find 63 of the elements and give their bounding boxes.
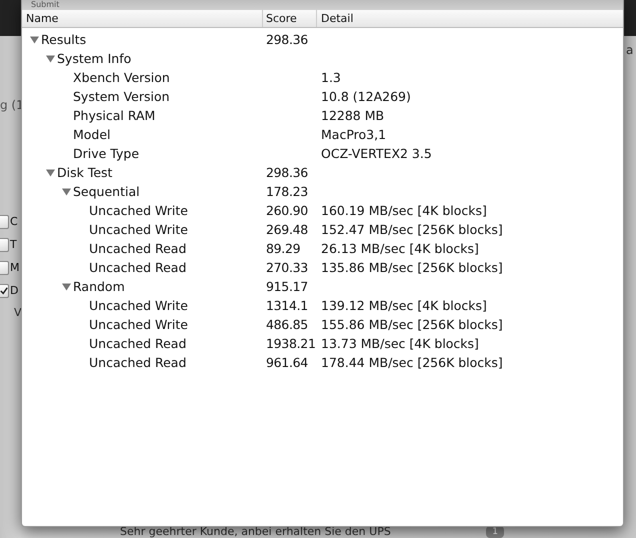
tree-item-label[interactable]: Uncached Write bbox=[89, 317, 188, 332]
score-cell: 298.36 bbox=[266, 32, 308, 47]
column-header[interactable]: Score bbox=[263, 10, 317, 27]
tree-item-label[interactable]: Results bbox=[41, 32, 86, 47]
tree-item-label[interactable]: Disk Test bbox=[57, 165, 112, 180]
message-preview: Sehr geehrter Kunde, anbei erhalten Sie den UPS bbox=[120, 525, 391, 538]
detail-cell: 26.13 MB/sec [4K blocks] bbox=[321, 241, 479, 256]
score-cell: 270.33 bbox=[266, 260, 308, 275]
window-title: Submit bbox=[22, 0, 623, 10]
detail-cell: 178.44 MB/sec [256K blocks] bbox=[321, 355, 503, 370]
detail-cell: 13.73 MB/sec [4K blocks] bbox=[321, 336, 479, 351]
tree-item-label[interactable]: Xbench Version bbox=[73, 70, 170, 85]
score-cell: 260.90 bbox=[266, 203, 308, 218]
checkbox[interactable] bbox=[0, 284, 9, 298]
background-text: V bbox=[13, 306, 22, 319]
disclosure-triangle-icon[interactable] bbox=[46, 168, 55, 177]
tree-item-label[interactable]: Uncached Read bbox=[89, 241, 186, 256]
checkbox-label: D bbox=[10, 284, 18, 297]
detail-cell: 155.86 MB/sec [256K blocks] bbox=[321, 317, 503, 332]
score-cell: 89.29 bbox=[266, 241, 300, 256]
detail-cell: 12288 MB bbox=[321, 108, 384, 123]
column-header[interactable]: Name bbox=[22, 10, 263, 27]
checkbox[interactable] bbox=[0, 238, 9, 252]
disclosure-triangle-icon[interactable] bbox=[46, 54, 55, 63]
detail-cell: 1.3 bbox=[321, 70, 341, 85]
score-cell: 269.48 bbox=[266, 222, 308, 237]
background-text: a bbox=[626, 43, 634, 57]
score-cell: 961.64 bbox=[266, 355, 308, 370]
tree-item-label[interactable]: Uncached Write bbox=[89, 298, 188, 313]
disclosure-triangle-icon[interactable] bbox=[62, 282, 71, 291]
checkbox[interactable] bbox=[0, 260, 9, 274]
tree-item-label[interactable]: Sequential bbox=[73, 184, 140, 199]
detail-cell: 10.8 (12A269) bbox=[321, 89, 411, 104]
checkbox-label: T bbox=[10, 238, 17, 251]
tree-item-label[interactable]: Uncached Write bbox=[89, 222, 188, 237]
checkbox-label: M bbox=[10, 261, 20, 274]
tree-item-label[interactable]: Uncached Read bbox=[89, 260, 186, 275]
score-cell: 915.17 bbox=[266, 279, 308, 294]
tree-item-label[interactable]: Model bbox=[73, 127, 111, 142]
detail-cell: 135.86 MB/sec [256K blocks] bbox=[321, 260, 503, 275]
detail-cell: 139.12 MB/sec [4K blocks] bbox=[321, 298, 487, 313]
checkbox[interactable] bbox=[0, 214, 9, 228]
score-cell: 1938.21 bbox=[266, 336, 316, 351]
tree-item-label[interactable]: Uncached Write bbox=[89, 203, 188, 218]
detail-cell: MacPro3,1 bbox=[321, 127, 386, 142]
tree-item-label[interactable]: Uncached Read bbox=[89, 355, 186, 370]
tree-item-label[interactable]: Drive Type bbox=[73, 146, 140, 161]
detail-cell: OCZ-VERTEX2 3.5 bbox=[321, 146, 432, 161]
column-header[interactable]: Detail bbox=[317, 10, 623, 27]
tree-item-label[interactable]: System Version bbox=[73, 89, 170, 104]
checkbox-label: C bbox=[10, 215, 18, 228]
detail-cell: 152.47 MB/sec [256K blocks] bbox=[321, 222, 503, 237]
tree-item-label[interactable]: System Info bbox=[57, 51, 132, 66]
score-cell: 178.23 bbox=[266, 184, 308, 199]
score-cell: 1314.1 bbox=[266, 298, 308, 313]
score-cell: 298.36 bbox=[266, 165, 308, 180]
tree-item-label[interactable]: Physical RAM bbox=[73, 108, 156, 123]
tree-item-label[interactable]: Uncached Read bbox=[89, 336, 186, 351]
disclosure-triangle-icon[interactable] bbox=[30, 35, 39, 44]
disclosure-triangle-icon[interactable] bbox=[62, 187, 71, 196]
score-cell: 486.85 bbox=[266, 317, 308, 332]
tree-item-label[interactable]: Random bbox=[73, 279, 125, 294]
detail-cell: 160.19 MB/sec [4K blocks] bbox=[321, 203, 487, 218]
